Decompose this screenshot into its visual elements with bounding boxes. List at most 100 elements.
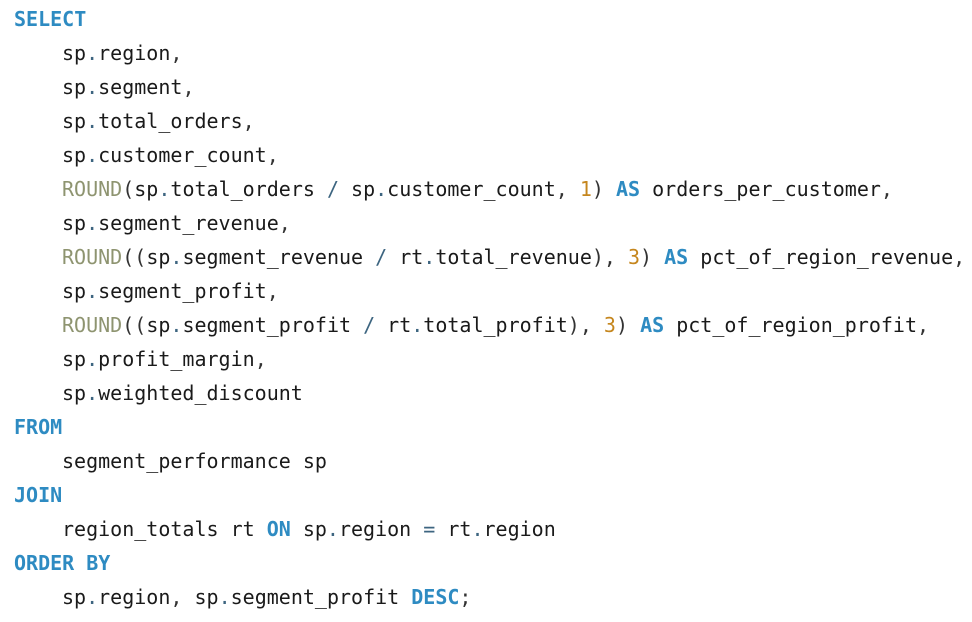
sql-keyword: AS: [640, 313, 665, 337]
sql-keyword: ON: [266, 517, 291, 541]
code-line: sp.total_orders,: [14, 107, 972, 141]
sql-identifier: pct_of_region_profit: [664, 313, 918, 337]
sql-identifier: region_totals rt: [62, 517, 267, 541]
sql-identifier: total_revenue: [435, 245, 592, 269]
sql-identifier: sp: [146, 245, 171, 269]
sql-identifier: segment_revenue: [182, 245, 376, 269]
sql-punctuation: ,: [880, 177, 893, 201]
sql-function-name: ROUND: [62, 245, 123, 269]
sql-identifier: sp: [290, 517, 327, 541]
sql-operator: .: [170, 313, 183, 337]
sql-identifier: region: [98, 41, 171, 65]
code-line: sp.profit_margin,: [14, 345, 972, 379]
code-line: ROUND((sp.segment_revenue / rt.total_rev…: [14, 243, 972, 277]
sql-keyword: JOIN: [14, 483, 63, 507]
code-line: SELECT: [14, 5, 972, 39]
sql-identifier: segment_profit: [98, 279, 267, 303]
sql-number-literal: 3: [603, 313, 616, 337]
sql-keyword: AS: [664, 245, 689, 269]
sql-operator: /: [363, 313, 376, 337]
code-line: ORDER BY: [14, 549, 972, 583]
sql-parenthesis: ),: [567, 313, 604, 337]
sql-code-block: SELECT sp.region, sp.segment, sp.total_orde…: [0, 0, 972, 622]
sql-identifier: segment: [98, 75, 183, 99]
code-line: region_totals rt ON sp.region = rt.regio…: [14, 515, 972, 549]
sql-operator: .: [86, 347, 99, 371]
sql-operator: .: [86, 211, 99, 235]
sql-identifier: orders_per_customer: [640, 177, 881, 201]
code-line: ROUND(sp.total_orders / sp.customer_coun…: [14, 175, 972, 209]
sql-parenthesis: ),: [591, 245, 628, 269]
code-line: JOIN: [14, 481, 972, 515]
sql-identifier: sp: [62, 75, 87, 99]
sql-identifier: profit_margin: [98, 347, 255, 371]
sql-operator: .: [86, 279, 99, 303]
sql-operator: .: [326, 517, 339, 541]
sql-operator: .: [86, 381, 99, 405]
sql-identifier: total_profit: [423, 313, 568, 337]
sql-identifier: segment_profit: [230, 585, 412, 609]
sql-identifier: total_orders: [170, 177, 327, 201]
sql-identifier: segment_profit: [182, 313, 364, 337]
code-line: sp.customer_count,: [14, 141, 972, 175]
sql-function-name: ROUND: [62, 177, 123, 201]
sql-identifier: total_orders: [98, 109, 243, 133]
sql-identifier: rt: [387, 245, 424, 269]
sql-operator: =: [423, 517, 436, 541]
code-line: sp.segment_revenue,: [14, 209, 972, 243]
sql-identifier: sp: [194, 585, 219, 609]
code-line: ROUND((sp.segment_profit / rt.total_prof…: [14, 311, 972, 345]
sql-parenthesis: ((: [122, 245, 147, 269]
sql-operator: .: [86, 109, 99, 133]
sql-function-name: ROUND: [62, 313, 123, 337]
sql-punctuation: ,: [917, 313, 930, 337]
sql-punctuation: ,: [266, 279, 279, 303]
sql-punctuation: ,: [254, 347, 267, 371]
sql-identifier: sp: [134, 177, 159, 201]
sql-identifier: region: [338, 517, 424, 541]
sql-parenthesis: ): [615, 313, 641, 337]
sql-identifier: sp: [62, 211, 87, 235]
sql-punctuation: ,: [182, 75, 195, 99]
sql-identifier: sp: [62, 381, 87, 405]
sql-punctuation: ,: [278, 211, 291, 235]
sql-parenthesis: (: [122, 177, 135, 201]
code-line: sp.segment_profit,: [14, 277, 972, 311]
sql-number-literal: 1: [579, 177, 592, 201]
sql-identifier: region: [98, 585, 171, 609]
sql-identifier: rt: [435, 517, 472, 541]
code-line: sp.weighted_discount: [14, 379, 972, 413]
code-line: FROM: [14, 413, 972, 447]
sql-identifier: customer_count: [387, 177, 556, 201]
sql-punctuation: ;: [459, 585, 472, 609]
sql-identifier: sp: [62, 347, 87, 371]
sql-identifier: rt: [375, 313, 412, 337]
code-line: sp.region,: [14, 39, 972, 73]
sql-operator: .: [423, 245, 436, 269]
sql-keyword: SELECT: [14, 7, 87, 31]
sql-identifier: sp: [62, 109, 87, 133]
sql-punctuation: ,: [170, 41, 183, 65]
sql-identifier: sp: [62, 41, 87, 65]
sql-identifier: segment_performance sp: [62, 449, 327, 473]
sql-parenthesis: ((: [122, 313, 147, 337]
sql-operator: .: [86, 75, 99, 99]
sql-identifier: weighted_discount: [98, 381, 303, 405]
code-line: sp.region, sp.segment_profit DESC;: [14, 583, 972, 617]
sql-punctuation: ,: [266, 143, 279, 167]
sql-parenthesis: ): [591, 177, 616, 201]
sql-operator: .: [86, 41, 99, 65]
sql-operator: .: [86, 585, 99, 609]
sql-identifier: pct_of_region_revenue: [688, 245, 954, 269]
sql-keyword: FROM: [14, 415, 63, 439]
sql-operator: .: [170, 245, 183, 269]
sql-operator: /: [375, 245, 388, 269]
sql-operator: .: [158, 177, 171, 201]
sql-operator: .: [411, 313, 424, 337]
sql-identifier: sp: [62, 585, 87, 609]
sql-keyword: ORDER BY: [14, 551, 111, 575]
sql-identifier: segment_revenue: [98, 211, 279, 235]
code-line: sp.segment,: [14, 73, 972, 107]
sql-number-literal: 3: [628, 245, 641, 269]
sql-keyword: AS: [615, 177, 641, 201]
